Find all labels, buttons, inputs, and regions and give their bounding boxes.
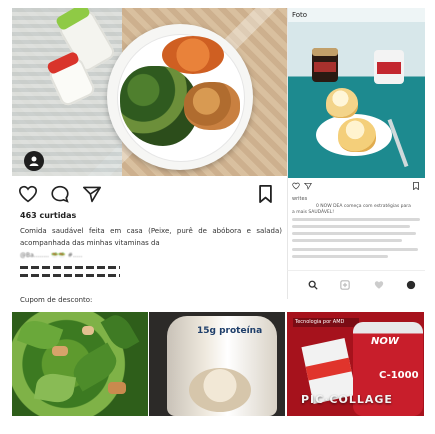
comment-line bbox=[292, 255, 388, 258]
comment-text: 0 NOW DEA começa com estratégias para bbox=[316, 204, 411, 209]
redacted-line bbox=[20, 274, 120, 277]
likes-count[interactable]: 463 curtidas bbox=[20, 211, 76, 220]
heart-icon[interactable] bbox=[18, 185, 38, 203]
coupon-label: Cupom de desconto: bbox=[20, 296, 93, 304]
secondary-post[interactable]: Foto bbox=[287, 8, 425, 178]
comment-author: writes bbox=[292, 196, 308, 202]
comment-text: a mais SAUDÁVEL! bbox=[292, 210, 335, 215]
comment-line bbox=[292, 248, 418, 251]
profile-icon[interactable] bbox=[24, 151, 44, 171]
post-label: Foto bbox=[292, 11, 308, 19]
protein-label: 15g proteína bbox=[197, 326, 263, 336]
tab-bar bbox=[287, 270, 425, 299]
collage-watermark: PIC·COLLAGE bbox=[301, 393, 393, 406]
comment-line bbox=[292, 218, 420, 221]
share-icon[interactable] bbox=[304, 182, 312, 190]
redacted-line bbox=[20, 266, 120, 269]
comments-panel: writes 0 NOW DEA começa com estratégias … bbox=[287, 178, 425, 270]
heart-icon[interactable] bbox=[292, 182, 300, 190]
protein-scoop bbox=[189, 368, 251, 412]
product-name: C-1000 bbox=[379, 370, 419, 381]
fish-portion bbox=[184, 82, 240, 130]
protein-photo[interactable]: 15g proteína bbox=[149, 312, 285, 416]
breakfast-photo bbox=[288, 22, 425, 178]
comment-line bbox=[292, 225, 410, 228]
post-caption: Comida saudável feita em casa (Peixe, pu… bbox=[20, 227, 282, 247]
salad-photo[interactable] bbox=[12, 312, 148, 416]
search-icon[interactable] bbox=[308, 280, 318, 290]
comment-line bbox=[292, 239, 402, 242]
comment-line bbox=[292, 232, 416, 235]
brand-logo: NOW bbox=[371, 336, 399, 347]
food-photo[interactable] bbox=[12, 8, 287, 176]
bookmark-icon[interactable] bbox=[258, 185, 273, 203]
comment-icon[interactable] bbox=[50, 185, 70, 203]
share-icon[interactable] bbox=[82, 185, 102, 203]
profile-icon[interactable] bbox=[406, 280, 416, 290]
add-post-icon[interactable] bbox=[340, 280, 350, 290]
promo-badge: Tecnologia por AMD bbox=[293, 318, 359, 327]
caption-tags: @Ba........ 🥗🥗 #..... bbox=[20, 252, 83, 259]
bookmark-icon[interactable] bbox=[412, 182, 420, 190]
activity-icon[interactable] bbox=[374, 280, 384, 290]
